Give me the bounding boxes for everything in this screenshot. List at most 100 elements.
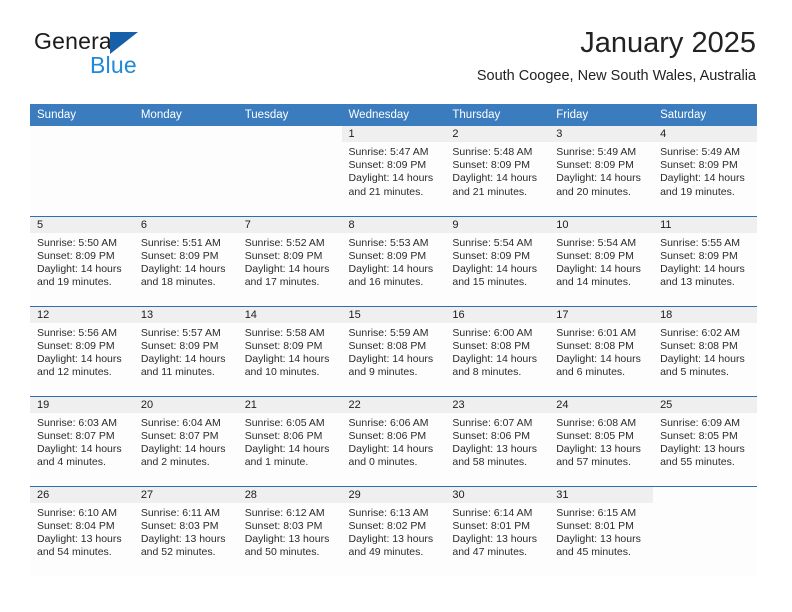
daylight-text-line2: and 4 minutes. <box>37 456 106 469</box>
day-cell[interactable]: 7 Sunrise: 5:52 AM Sunset: 8:09 PM Daylight… <box>237 216 342 306</box>
calendar-cell[interactable]: 11 Sunrise: 5:55 AM Sunset: 8:09 PM Dayligh… <box>653 215 757 306</box>
calendar-cell[interactable]: 3 Sunrise: 5:49 AM Sunset: 8:09 PM Daylight… <box>549 126 654 216</box>
day-number <box>134 126 238 142</box>
calendar-cell[interactable]: 19 Sunrise: 6:03 AM Sunset: 8:07 PM Dayligh… <box>30 395 134 486</box>
calendar-cell[interactable]: 7 Sunrise: 5:52 AM Sunset: 8:09 PM Daylight… <box>237 215 342 306</box>
day-cell[interactable]: 11 Sunrise: 5:55 AM Sunset: 8:09 PM Dayligh… <box>653 216 757 306</box>
calendar-cell[interactable] <box>653 485 757 576</box>
day-cell[interactable]: 3 Sunrise: 5:49 AM Sunset: 8:09 PM Daylight… <box>549 126 654 215</box>
daylight-text-line1: Daylight: 13 hours <box>452 532 538 545</box>
calendar-cell[interactable]: 15 Sunrise: 5:59 AM Sunset: 8:08 PM Dayligh… <box>341 305 446 396</box>
day-cell[interactable]: 10 Sunrise: 5:54 AM Sunset: 8:09 PM Dayligh… <box>549 216 654 306</box>
day-cell[interactable]: 2 Sunrise: 5:48 AM Sunset: 8:09 PM Daylight… <box>445 126 550 215</box>
day-number: 31 <box>549 486 654 503</box>
calendar-cell[interactable]: 12 Sunrise: 5:56 AM Sunset: 8:09 PM Dayligh… <box>30 305 134 396</box>
calendar-cell[interactable]: 5 Sunrise: 5:50 AM Sunset: 8:09 PM Daylight… <box>30 215 134 306</box>
day-sun-info: Sunrise: 5:47 AM Sunset: 8:09 PM Daylight:… <box>342 142 446 199</box>
calendar-cell[interactable]: 25 Sunrise: 6:09 AM Sunset: 8:05 PM Dayligh… <box>653 395 757 486</box>
day-cell[interactable]: 26 Sunrise: 6:10 AM Sunset: 8:04 PM Dayligh… <box>30 486 134 576</box>
day-sun-info: Sunrise: 5:54 AM Sunset: 8:09 PM Daylight:… <box>549 233 653 290</box>
day-cell[interactable]: 17 Sunrise: 6:01 AM Sunset: 8:08 PM Dayligh… <box>549 306 654 396</box>
day-cell[interactable]: 20 Sunrise: 6:04 AM Sunset: 8:07 PM Dayligh… <box>133 396 238 486</box>
daylight-text-line1: Daylight: 13 hours <box>660 442 745 455</box>
day-cell[interactable]: 24 Sunrise: 6:08 AM Sunset: 8:05 PM Dayligh… <box>549 396 654 486</box>
calendar-cell[interactable]: 29 Sunrise: 6:13 AM Sunset: 8:02 PM Dayligh… <box>341 485 446 576</box>
calendar-cell[interactable]: 1 Sunrise: 5:47 AM Sunset: 8:09 PM Daylight… <box>341 126 446 216</box>
calendar-cell[interactable]: 23 Sunrise: 6:07 AM Sunset: 8:06 PM Dayligh… <box>445 395 550 486</box>
calendar-cell[interactable]: 13 Sunrise: 5:57 AM Sunset: 8:09 PM Dayligh… <box>133 305 238 396</box>
calendar-cell[interactable]: 9 Sunrise: 5:54 AM Sunset: 8:09 PM Daylight… <box>445 215 550 306</box>
daylight-text-line2: and 6 minutes. <box>556 366 626 379</box>
calendar-cell[interactable]: 26 Sunrise: 6:10 AM Sunset: 8:04 PM Dayligh… <box>30 485 134 576</box>
calendar-cell[interactable]: 4 Sunrise: 5:49 AM Sunset: 8:09 PM Daylight… <box>653 126 757 216</box>
day-cell[interactable]: 22 Sunrise: 6:06 AM Sunset: 8:06 PM Dayligh… <box>341 396 446 486</box>
day-cell[interactable]: 4 Sunrise: 5:49 AM Sunset: 8:09 PM Daylight… <box>653 126 757 215</box>
day-cell[interactable]: 12 Sunrise: 5:56 AM Sunset: 8:09 PM Dayligh… <box>30 306 134 396</box>
calendar-cell[interactable]: 21 Sunrise: 6:05 AM Sunset: 8:06 PM Dayligh… <box>237 395 342 486</box>
generalblue-logo[interactable]: General Blue <box>34 28 214 78</box>
calendar-cell[interactable]: 16 Sunrise: 6:00 AM Sunset: 8:08 PM Dayligh… <box>445 305 550 396</box>
calendar-cell[interactable]: 17 Sunrise: 6:01 AM Sunset: 8:08 PM Dayligh… <box>549 305 654 396</box>
calendar-cell[interactable] <box>30 126 134 216</box>
calendar-cell[interactable]: 18 Sunrise: 6:02 AM Sunset: 8:08 PM Dayligh… <box>653 305 757 396</box>
calendar-cell[interactable] <box>237 126 342 216</box>
weekday-header-wednesday: Wednesday <box>341 104 446 126</box>
calendar-cell[interactable]: 24 Sunrise: 6:08 AM Sunset: 8:05 PM Dayligh… <box>549 395 654 486</box>
calendar-cell[interactable]: 14 Sunrise: 5:58 AM Sunset: 8:09 PM Dayligh… <box>237 305 342 396</box>
calendar-week-row: 1 Sunrise: 5:47 AM Sunset: 8:09 PM Daylight… <box>30 126 757 216</box>
daylight-text-line1: Daylight: 13 hours <box>140 532 226 545</box>
day-cell[interactable]: 8 Sunrise: 5:53 AM Sunset: 8:09 PM Daylight… <box>341 216 446 306</box>
day-cell[interactable]: 31 Sunrise: 6:15 AM Sunset: 8:01 PM Dayligh… <box>549 486 654 576</box>
sunrise-text: Sunrise: 6:04 AM <box>140 416 221 429</box>
day-cell[interactable]: 30 Sunrise: 6:14 AM Sunset: 8:01 PM Dayligh… <box>445 486 550 576</box>
day-cell[interactable]: 29 Sunrise: 6:13 AM Sunset: 8:02 PM Dayligh… <box>341 486 446 576</box>
day-cell[interactable]: 27 Sunrise: 6:11 AM Sunset: 8:03 PM Dayligh… <box>133 486 238 576</box>
day-cell[interactable]: 9 Sunrise: 5:54 AM Sunset: 8:09 PM Daylight… <box>445 216 550 306</box>
daylight-text-line1: Daylight: 14 hours <box>37 442 122 455</box>
day-cell[interactable]: 18 Sunrise: 6:02 AM Sunset: 8:08 PM Dayligh… <box>653 306 757 396</box>
calendar-cell[interactable]: 6 Sunrise: 5:51 AM Sunset: 8:09 PM Daylight… <box>133 215 238 306</box>
calendar-cell[interactable] <box>133 126 238 216</box>
day-sun-info: Sunrise: 6:02 AM Sunset: 8:08 PM Daylight:… <box>653 323 757 380</box>
day-cell[interactable]: 6 Sunrise: 5:51 AM Sunset: 8:09 PM Daylight… <box>133 216 238 306</box>
sunrise-text: Sunrise: 6:05 AM <box>244 416 325 429</box>
day-cell[interactable]: 28 Sunrise: 6:12 AM Sunset: 8:03 PM Dayligh… <box>237 486 342 576</box>
day-cell[interactable]: 21 Sunrise: 6:05 AM Sunset: 8:06 PM Dayligh… <box>237 396 342 486</box>
daylight-text-line1: Daylight: 14 hours <box>244 442 330 455</box>
calendar-cell[interactable]: 22 Sunrise: 6:06 AM Sunset: 8:06 PM Dayligh… <box>341 395 446 486</box>
day-cell[interactable]: 25 Sunrise: 6:09 AM Sunset: 8:05 PM Dayligh… <box>653 396 757 486</box>
day-number: 30 <box>445 486 550 503</box>
day-sun-info: Sunrise: 6:10 AM Sunset: 8:04 PM Daylight:… <box>30 503 134 560</box>
sunset-text: Sunset: 8:09 PM <box>452 159 531 172</box>
day-cell[interactable]: 23 Sunrise: 6:07 AM Sunset: 8:06 PM Dayligh… <box>445 396 550 486</box>
calendar-grid-wrapper: Sunday Monday Tuesday Wednesday Thursday… <box>30 104 757 576</box>
day-cell[interactable]: 15 Sunrise: 5:59 AM Sunset: 8:08 PM Dayligh… <box>341 306 446 396</box>
calendar-cell[interactable]: 8 Sunrise: 5:53 AM Sunset: 8:09 PM Daylight… <box>341 215 446 306</box>
day-number: 1 <box>341 126 446 142</box>
daylight-text-line2: and 11 minutes. <box>140 366 215 379</box>
day-cell[interactable]: 1 Sunrise: 5:47 AM Sunset: 8:09 PM Daylight… <box>341 126 446 215</box>
sunset-text: Sunset: 8:01 PM <box>452 519 531 532</box>
day-cell[interactable]: 14 Sunrise: 5:58 AM Sunset: 8:09 PM Dayligh… <box>237 306 342 396</box>
calendar-cell[interactable]: 27 Sunrise: 6:11 AM Sunset: 8:03 PM Dayligh… <box>133 485 238 576</box>
calendar-cell[interactable]: 30 Sunrise: 6:14 AM Sunset: 8:01 PM Dayligh… <box>445 485 550 576</box>
calendar-cell[interactable]: 28 Sunrise: 6:12 AM Sunset: 8:03 PM Dayligh… <box>237 485 342 576</box>
sunset-text: Sunset: 8:09 PM <box>452 249 531 262</box>
day-sun-info: Sunrise: 5:58 AM Sunset: 8:09 PM Daylight:… <box>238 323 342 380</box>
day-number: 22 <box>341 396 446 413</box>
calendar-cell[interactable]: 31 Sunrise: 6:15 AM Sunset: 8:01 PM Dayligh… <box>549 485 654 576</box>
sunset-text: Sunset: 8:04 PM <box>37 519 115 532</box>
day-cell[interactable]: 13 Sunrise: 5:57 AM Sunset: 8:09 PM Dayligh… <box>133 306 238 396</box>
calendar-cell[interactable]: 10 Sunrise: 5:54 AM Sunset: 8:09 PM Dayligh… <box>549 215 654 306</box>
sunrise-text: Sunrise: 6:03 AM <box>37 416 117 429</box>
calendar-cell[interactable]: 20 Sunrise: 6:04 AM Sunset: 8:07 PM Dayligh… <box>133 395 238 486</box>
day-cell[interactable]: 19 Sunrise: 6:03 AM Sunset: 8:07 PM Dayligh… <box>30 396 134 486</box>
sunset-text: Sunset: 8:06 PM <box>348 429 427 442</box>
day-sun-info: Sunrise: 5:50 AM Sunset: 8:09 PM Daylight:… <box>30 233 134 290</box>
day-cell[interactable]: 16 Sunrise: 6:00 AM Sunset: 8:08 PM Dayligh… <box>445 306 550 396</box>
day-number: 26 <box>30 486 134 503</box>
calendar-cell[interactable]: 2 Sunrise: 5:48 AM Sunset: 8:09 PM Daylight… <box>445 126 550 216</box>
day-cell[interactable]: 5 Sunrise: 5:50 AM Sunset: 8:09 PM Daylight… <box>30 216 134 306</box>
daylight-text-line1: Daylight: 14 hours <box>37 352 122 365</box>
daylight-text-line2: and 21 minutes. <box>348 185 424 198</box>
